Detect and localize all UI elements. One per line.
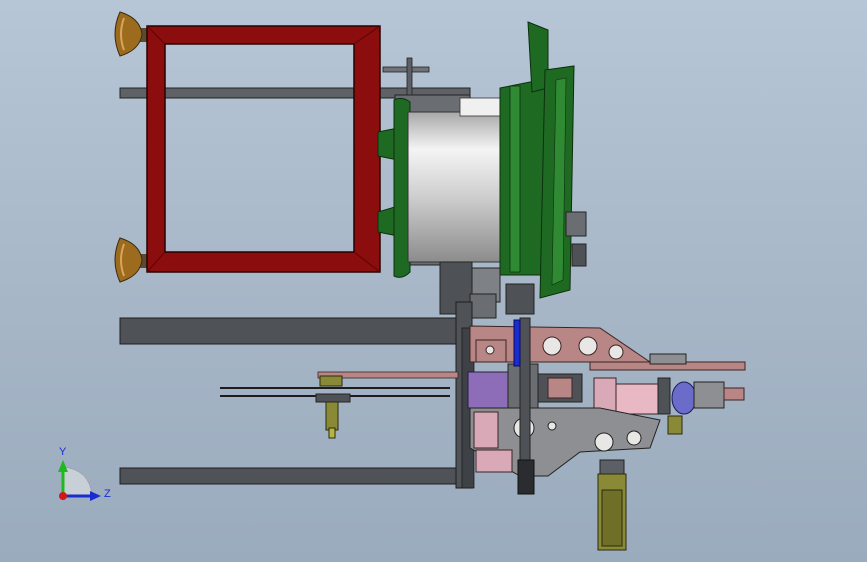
feed-mechanism: [467, 317, 746, 551]
origin-dot: [59, 492, 67, 500]
cad-viewport[interactable]: Y Z: [0, 0, 867, 562]
guide-rods: [220, 371, 459, 439]
coordinate-triad: Y Z: [58, 446, 111, 501]
red-frame: [146, 25, 381, 273]
leveling-foot-top: [114, 11, 150, 57]
leveling-foot-bottom: [114, 237, 150, 283]
assembly-drawing: Y Z: [58, 11, 746, 551]
z-axis-label: Z: [104, 488, 111, 500]
y-axis-label: Y: [59, 446, 67, 458]
